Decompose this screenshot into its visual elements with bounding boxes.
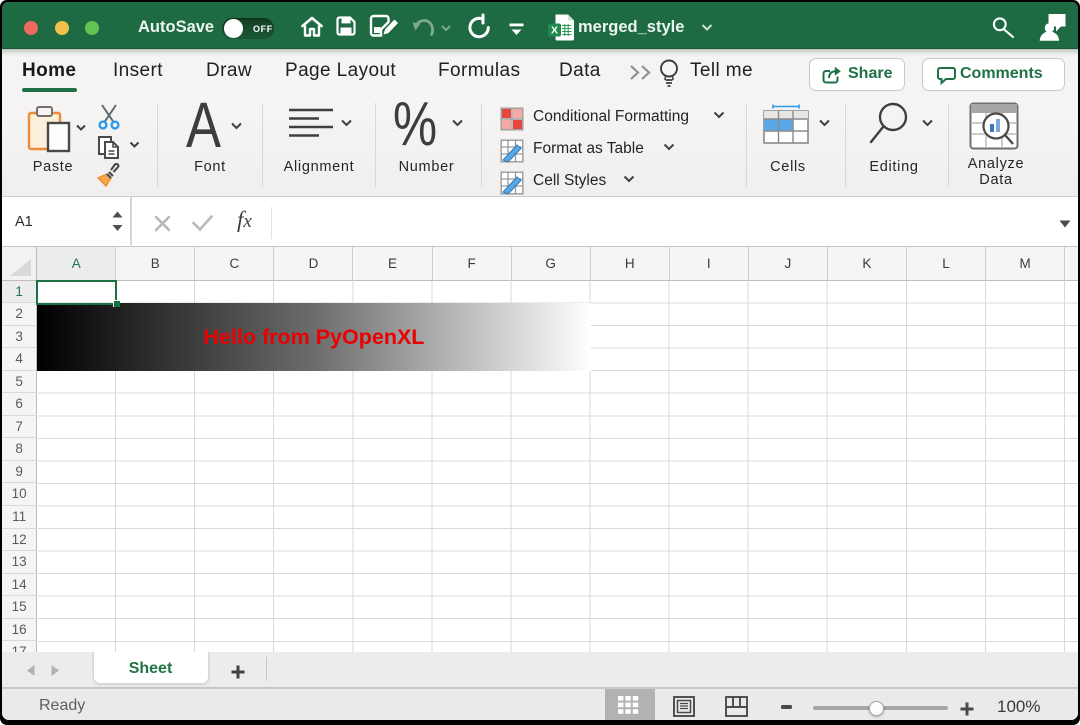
svg-text:X: X: [551, 25, 558, 37]
